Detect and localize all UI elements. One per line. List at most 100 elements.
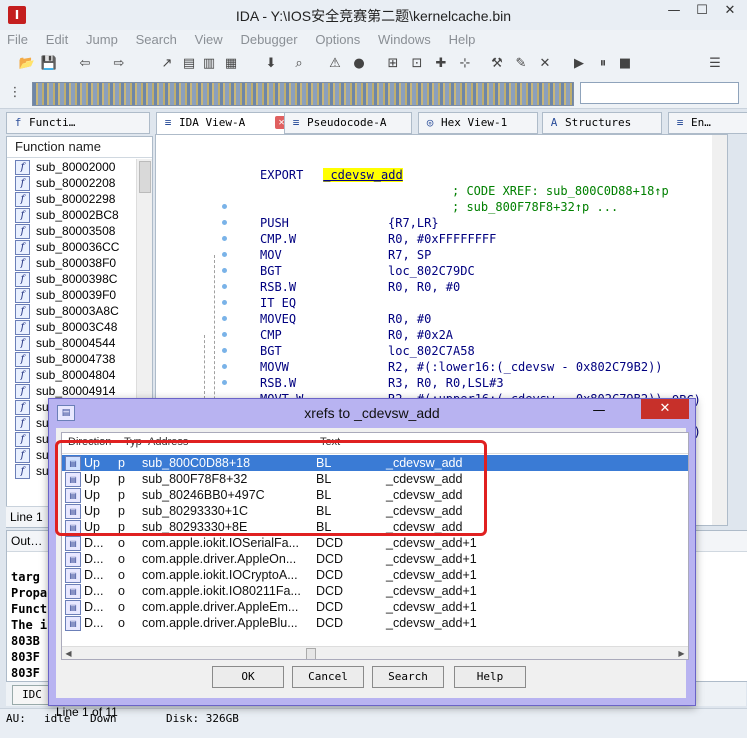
menu-edit[interactable]: Edit	[39, 30, 75, 49]
help-button[interactable]: Help	[454, 666, 526, 688]
function-item[interactable]: f sub_800038F0	[7, 255, 135, 271]
breakpoint-dot[interactable]	[222, 204, 227, 209]
breakpoint-dot[interactable]	[222, 236, 227, 241]
function-item[interactable]: f sub_8000398C	[7, 271, 135, 287]
function-item[interactable]: f sub_80002BC8	[7, 207, 135, 223]
menu-file[interactable]: File	[0, 30, 35, 49]
breakpoint-dot[interactable]	[222, 220, 227, 225]
xref-comment[interactable]: ; CODE XREF: sub_800C0D88+18↑p	[452, 184, 669, 198]
search-binary-icon[interactable]: ⌕	[290, 55, 308, 73]
tab-enums[interactable]: ≡ En…	[668, 112, 747, 134]
menu-options[interactable]: Options	[308, 30, 367, 49]
breakpoint-dot[interactable]	[222, 380, 227, 385]
disassembly-listing[interactable]: EXPORT _cdevsw_add; CODE XREF: sub_800C0…	[260, 151, 669, 439]
tab-hex-view[interactable]: ◎ Hex View-1	[418, 112, 538, 134]
asm-line[interactable]: BGT loc_802C7A58	[260, 343, 669, 359]
breakpoint-dot[interactable]	[222, 316, 227, 321]
stop-icon[interactable]: ■	[616, 55, 634, 73]
undefine-icon[interactable]: ▦	[222, 55, 240, 73]
xref-comment[interactable]: ; sub_800F78F8+32↑p ...	[452, 200, 618, 214]
segment-combo[interactable]	[580, 82, 739, 104]
minimize-button[interactable]: —	[660, 0, 688, 22]
code-icon[interactable]: ▤	[180, 55, 198, 73]
graph2-icon[interactable]: ⊡	[408, 55, 426, 73]
asm-line[interactable]: MOV R7, SP	[260, 247, 669, 263]
function-item[interactable]: f sub_80004738	[7, 351, 135, 367]
xref-row[interactable]: ▤ D... o com.apple.iokit.IOCryptoA... DCD _cd…	[62, 567, 688, 583]
scroll-thumb[interactable]	[139, 161, 151, 193]
asm-line[interactable]: CMP.W R0, #0xFFFFFFFF	[260, 231, 669, 247]
close-button[interactable]: ✕	[716, 0, 744, 22]
dialog-minimize-button[interactable]: —	[585, 401, 613, 421]
play-icon[interactable]: ▶	[570, 55, 588, 73]
data-icon[interactable]: ▥	[200, 55, 218, 73]
scroll-left-icon[interactable]: ◀	[62, 647, 75, 659]
list-icon[interactable]: ☰	[706, 55, 724, 73]
breakpoint-dot[interactable]	[222, 332, 227, 337]
breakpoint-dot[interactable]	[222, 284, 227, 289]
tab-functions[interactable]: f Functi…	[6, 112, 150, 134]
function-item[interactable]: f sub_80002000	[7, 159, 135, 175]
function-item[interactable]: f sub_800039F0	[7, 287, 135, 303]
add-icon[interactable]: ✚	[432, 55, 450, 73]
scroll-right-icon[interactable]: ▶	[675, 647, 688, 659]
xref-row[interactable]: ▤ D... o com.apple.iokit.IO80211Fa... DCD _cd…	[62, 583, 688, 599]
edit-icon[interactable]: ✎	[512, 55, 530, 73]
menu-windows[interactable]: Windows	[371, 30, 438, 49]
function-item[interactable]: f sub_80002298	[7, 191, 135, 207]
down-arrow-icon[interactable]: ⬇	[262, 55, 280, 73]
tab-structures[interactable]: A Structures	[542, 112, 662, 134]
asm-line[interactable]: PUSH {R7,LR}	[260, 215, 669, 231]
breakpoint-dot[interactable]	[222, 348, 227, 353]
breakpoint-dot[interactable]	[222, 364, 227, 369]
dialog-titlebar[interactable]: ▤ xrefs to _cdevsw_add — ✕	[49, 399, 695, 427]
warning-icon[interactable]: ⚠	[326, 55, 344, 73]
function-item[interactable]: f sub_80004914	[7, 383, 135, 399]
xref-row[interactable]: ▤ D... o com.apple.driver.AppleEm... DCD _cde…	[62, 599, 688, 615]
nav-left-icon[interactable]: ⋮	[6, 84, 24, 102]
graph-icon[interactable]: ⊞	[384, 55, 402, 73]
save-icon[interactable]: 💾	[40, 55, 58, 73]
function-item[interactable]: f sub_80004804	[7, 367, 135, 383]
function-item[interactable]: f sub_80004544	[7, 335, 135, 351]
asm-line[interactable]: IT EQ	[260, 295, 669, 311]
functions-header[interactable]: Function name	[7, 137, 152, 158]
back-arrow-icon[interactable]: ⇦	[76, 55, 94, 73]
navigation-strip[interactable]	[32, 82, 574, 106]
hook-icon[interactable]: ⊹	[456, 55, 474, 73]
breakpoint-dot[interactable]	[222, 268, 227, 273]
breakpoint-dot[interactable]	[222, 252, 227, 257]
menu-help[interactable]: Help	[442, 30, 483, 49]
listing-scrollbar[interactable]	[712, 135, 727, 525]
tools-icon[interactable]: ⚒	[488, 55, 506, 73]
function-item[interactable]: f sub_80003508	[7, 223, 135, 239]
search-button[interactable]: Search	[372, 666, 444, 688]
maximize-button[interactable]: ☐	[688, 0, 716, 22]
pause-icon[interactable]: ⏸	[594, 55, 612, 73]
asm-line[interactable]: RSB.W R0, R0, #0	[260, 279, 669, 295]
delete-icon[interactable]: ✕	[536, 55, 554, 73]
function-item[interactable]: f sub_80002208	[7, 175, 135, 191]
asm-line[interactable]: RSB.W R3, R0, R0,LSL#3	[260, 375, 669, 391]
breakpoint-dot[interactable]	[222, 300, 227, 305]
menu-jump[interactable]: Jump	[79, 30, 125, 49]
function-item[interactable]: f sub_80003C48	[7, 319, 135, 335]
function-item[interactable]: f sub_80003A8C	[7, 303, 135, 319]
menu-search[interactable]: Search	[129, 30, 184, 49]
xrefs-hscrollbar[interactable]: ◀ ▶	[62, 646, 688, 659]
asm-line[interactable]: BGT loc_802C79DC	[260, 263, 669, 279]
forward-arrow-icon[interactable]: ⇨	[110, 55, 128, 73]
asm-line[interactable]: MOVEQ R0, #0	[260, 311, 669, 327]
cancel-button[interactable]: Cancel	[292, 666, 364, 688]
function-label[interactable]: _cdevsw_add	[323, 168, 403, 182]
asm-line[interactable]: EXPORT _cdevsw_add	[260, 167, 669, 183]
xref-row[interactable]: ▤ D... o com.apple.driver.AppleBlu... DCD _cd…	[62, 615, 688, 631]
jump-icon[interactable]: ↗	[158, 55, 176, 73]
dialog-close-button[interactable]: ✕	[641, 399, 689, 419]
idc-button[interactable]: IDC	[12, 685, 52, 705]
menu-view[interactable]: View	[188, 30, 230, 49]
asm-line[interactable]: CMP R0, #0x2A	[260, 327, 669, 343]
xref-row[interactable]: ▤ D... o com.apple.iokit.IOSerialFa... DCD _c…	[62, 535, 688, 551]
scroll-thumb[interactable]	[306, 648, 316, 659]
tab-pseudocode-a[interactable]: ≡ Pseudocode-A	[284, 112, 412, 134]
